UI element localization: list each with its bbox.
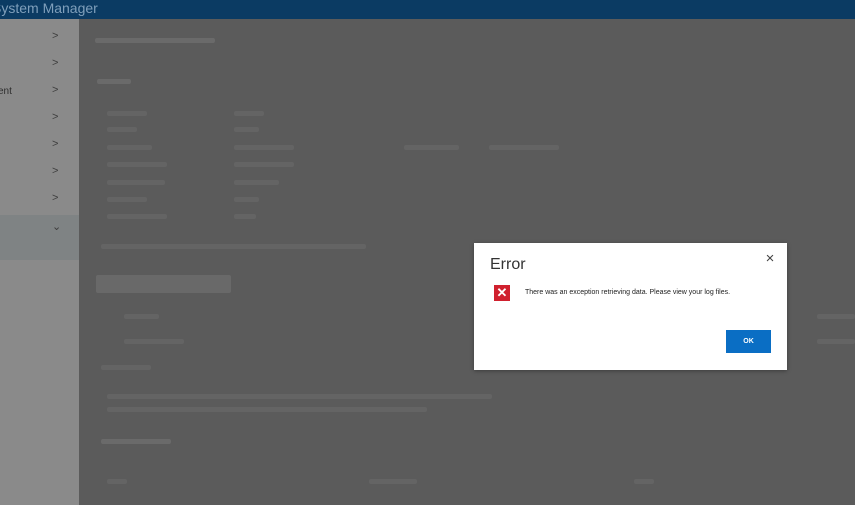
table-cell-placeholder <box>817 339 855 344</box>
sidebar-item-3[interactable]: ent > <box>0 79 79 106</box>
chevron-right-icon: > <box>52 165 59 177</box>
note-placeholder <box>101 244 366 249</box>
detail-label-placeholder <box>107 111 147 116</box>
sidebar-item-1[interactable]: > <box>0 25 79 52</box>
chevron-right-icon: > <box>52 84 59 96</box>
detail-value-placeholder <box>234 162 294 167</box>
error-dialog: Error × ✕ There was an exception retriev… <box>474 243 787 370</box>
sidebar: > > ent > > > > > ⌄ <box>0 19 79 505</box>
table-header-placeholder <box>107 479 127 484</box>
detail-label-placeholder <box>107 127 137 132</box>
ok-button[interactable]: OK <box>726 330 771 353</box>
chevron-right-icon: > <box>52 192 59 204</box>
detail-value-placeholder <box>489 145 559 150</box>
sidebar-item-8-active[interactable]: ⌄ <box>0 215 79 260</box>
breadcrumb-placeholder <box>95 38 215 43</box>
detail-label-placeholder <box>107 197 147 202</box>
chevron-right-icon: > <box>52 111 59 123</box>
dialog-message: There was an exception retrieving data. … <box>525 289 731 296</box>
section-heading-placeholder <box>97 79 131 84</box>
detail-value-placeholder <box>234 145 294 150</box>
top-bar: System Manager <box>0 0 855 19</box>
dialog-title: Error <box>490 256 526 273</box>
action-button-placeholder <box>96 275 231 293</box>
description-placeholder <box>107 394 492 399</box>
detail-value-placeholder <box>234 111 264 116</box>
sidebar-item-label: ent <box>0 86 12 97</box>
detail-value-placeholder <box>234 180 279 185</box>
section-label-placeholder <box>101 365 151 370</box>
detail-label-placeholder <box>107 145 152 150</box>
table-header-placeholder <box>817 314 855 319</box>
sidebar-item-5[interactable]: > <box>0 133 79 160</box>
error-x-icon: ✕ <box>494 285 510 301</box>
section-heading-placeholder <box>101 439 171 444</box>
detail-label-placeholder <box>107 214 167 219</box>
chevron-right-icon: > <box>52 30 59 42</box>
table-header-placeholder <box>124 314 159 319</box>
detail-label-placeholder <box>107 180 165 185</box>
description-placeholder <box>107 407 427 412</box>
sidebar-item-4[interactable]: > <box>0 106 79 133</box>
sidebar-item-6[interactable]: > <box>0 160 79 187</box>
close-icon[interactable]: × <box>761 250 779 268</box>
app-title: System Manager <box>0 0 98 16</box>
detail-value-placeholder <box>234 214 256 219</box>
table-header-placeholder <box>634 479 654 484</box>
table-header-placeholder <box>369 479 417 484</box>
detail-label-placeholder <box>107 162 167 167</box>
detail-value-placeholder <box>234 197 259 202</box>
detail-value-placeholder <box>404 145 459 150</box>
table-cell-placeholder <box>124 339 184 344</box>
sidebar-item-7[interactable]: > <box>0 187 79 214</box>
detail-value-placeholder <box>234 127 259 132</box>
chevron-down-icon: ⌄ <box>52 221 62 233</box>
chevron-right-icon: > <box>52 57 59 69</box>
sidebar-item-2[interactable]: > <box>0 52 79 79</box>
chevron-right-icon: > <box>52 138 59 150</box>
